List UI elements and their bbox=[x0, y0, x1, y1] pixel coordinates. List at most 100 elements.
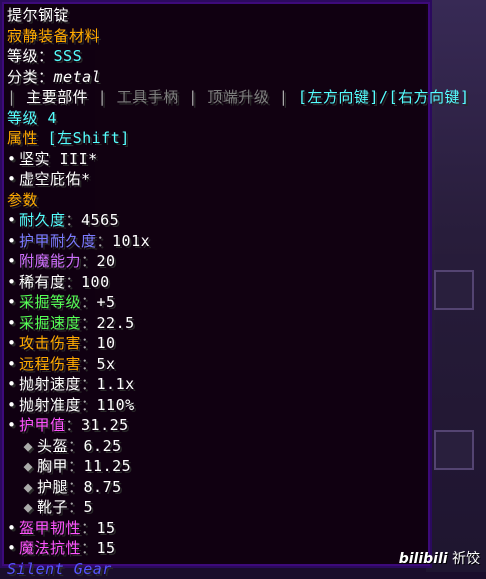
stat-label: 头盔 bbox=[37, 437, 68, 455]
tab-main[interactable]: 主要部件 bbox=[26, 88, 88, 106]
stat-row: •稀有度：100 bbox=[7, 272, 470, 293]
stat-label: 耐久度 bbox=[19, 211, 66, 229]
stat-subrow: ◆护腿：8.75 bbox=[7, 477, 470, 498]
stat-label: 采掘等级 bbox=[19, 293, 81, 311]
stat-row: •耐久度：4565 bbox=[7, 210, 470, 231]
stat-sep: ： bbox=[81, 314, 97, 332]
bullet-icon: • bbox=[7, 169, 19, 190]
tab-tool-rod[interactable]: 工具手柄 bbox=[117, 88, 179, 106]
stat-subrow: ◆靴子：5 bbox=[7, 497, 470, 518]
bullet-icon: • bbox=[7, 374, 19, 395]
tab-separator: | bbox=[188, 88, 198, 106]
item-name: 提尔钢锭 bbox=[7, 5, 470, 26]
bullet-icon: • bbox=[7, 518, 19, 539]
bullet-icon: • bbox=[7, 272, 19, 293]
stat-value: 8.75 bbox=[84, 478, 122, 496]
bullet-icon: • bbox=[7, 231, 19, 252]
stat-sep: ： bbox=[68, 498, 84, 516]
stat-row: •采掘等级：+5 bbox=[7, 292, 470, 313]
bullet-icon: • bbox=[7, 210, 19, 231]
bullet-icon: • bbox=[7, 251, 19, 272]
stat-sep: ： bbox=[66, 416, 82, 434]
stat-row: •攻击伤害：10 bbox=[7, 333, 470, 354]
category-line: 分类：metal bbox=[7, 67, 470, 88]
stat-row: •附魔能力：20 bbox=[7, 251, 470, 272]
tab-key-hint: [左方向键]/[右方向键] bbox=[298, 88, 470, 106]
tier-label: 等级： bbox=[7, 47, 54, 65]
sub-bullet-icon: ◆ bbox=[7, 477, 37, 498]
tab-separator: | bbox=[7, 88, 17, 106]
stat-row: •护甲耐久度：101x bbox=[7, 231, 470, 252]
stat-subrow: ◆头盔：6.25 bbox=[7, 436, 470, 457]
stat-sep: ： bbox=[81, 396, 97, 414]
stat-sep: ： bbox=[68, 437, 84, 455]
stat-value: 101x bbox=[112, 232, 150, 250]
part-tabs: | 主要部件 | 工具手柄 | 顶端升级 | [左方向键]/[右方向键] bbox=[7, 87, 470, 108]
stat-value: 1.1x bbox=[97, 375, 135, 393]
traits-title: 属性 bbox=[7, 129, 38, 147]
stat-sep: ： bbox=[81, 252, 97, 270]
stat-sep: ： bbox=[97, 232, 113, 250]
shift-hint: [左Shift] bbox=[48, 129, 130, 147]
bullet-icon: • bbox=[7, 292, 19, 313]
stat-value: 22.5 bbox=[97, 314, 135, 332]
stat-value: 100 bbox=[81, 273, 110, 291]
item-rarity: 寂静装备材料 bbox=[7, 26, 470, 47]
trait-item: •虚空庇佑* bbox=[7, 169, 470, 190]
stat-value: 15 bbox=[97, 519, 116, 537]
sub-bullet-icon: ◆ bbox=[7, 456, 37, 477]
stat-sep: ： bbox=[81, 539, 97, 557]
trait-text: 虚空庇佑* bbox=[19, 170, 91, 188]
traits-header: 属性 [左Shift] bbox=[7, 128, 470, 149]
stat-sep: ： bbox=[81, 293, 97, 311]
stat-value: 4565 bbox=[81, 211, 119, 229]
stat-sep: ： bbox=[68, 478, 84, 496]
stat-value: 6.25 bbox=[84, 437, 122, 455]
bullet-icon: • bbox=[7, 149, 19, 170]
bullet-icon: • bbox=[7, 538, 19, 559]
stat-sep: ： bbox=[81, 519, 97, 537]
stat-sep: ： bbox=[66, 211, 82, 229]
stat-value: +5 bbox=[97, 293, 116, 311]
stat-label: 盔甲韧性 bbox=[19, 519, 81, 537]
stat-sep: ： bbox=[81, 355, 97, 373]
watermark: bilibili 祈饺 bbox=[399, 548, 480, 568]
bullet-icon: • bbox=[7, 333, 19, 354]
bilibili-logo: bilibili bbox=[399, 551, 448, 567]
stat-label: 胸甲 bbox=[37, 457, 68, 475]
stat-value: 20 bbox=[97, 252, 116, 270]
stat-row: •采掘速度：22.5 bbox=[7, 313, 470, 334]
stat-value: 15 bbox=[97, 539, 116, 557]
stat-row: •抛射准度：110% bbox=[7, 395, 470, 416]
stat-label: 魔法抗性 bbox=[19, 539, 81, 557]
bullet-icon: • bbox=[7, 415, 19, 436]
stat-label: 护甲耐久度 bbox=[19, 232, 97, 250]
stat-value: 10 bbox=[97, 334, 116, 352]
category-value: metal bbox=[54, 68, 102, 86]
trait-text: 坚实 III* bbox=[19, 150, 98, 168]
stat-value: 110% bbox=[97, 396, 135, 414]
category-label: 分类： bbox=[7, 68, 54, 86]
stat-label: 靴子 bbox=[37, 498, 68, 516]
item-tooltip: 提尔钢锭 寂静装备材料 等级：SSS 分类：metal | 主要部件 | 工具手… bbox=[0, 0, 432, 568]
stat-label: 抛射准度 bbox=[19, 396, 81, 414]
sub-bullet-icon: ◆ bbox=[7, 436, 37, 457]
bullet-icon: • bbox=[7, 354, 19, 375]
tier-line: 等级：SSS bbox=[7, 46, 470, 67]
stat-subrow: ◆胸甲：11.25 bbox=[7, 456, 470, 477]
stat-label: 采掘速度 bbox=[19, 314, 81, 332]
bullet-icon: • bbox=[7, 313, 19, 334]
trait-item: •坚实 III* bbox=[7, 149, 470, 170]
stat-label: 附魔能力 bbox=[19, 252, 81, 270]
tab-tip[interactable]: 顶端升级 bbox=[207, 88, 269, 106]
tier-value: SSS bbox=[54, 47, 83, 65]
stat-label: 攻击伤害 bbox=[19, 334, 81, 352]
stat-value: 31.25 bbox=[81, 416, 129, 434]
stat-label: 护腿 bbox=[37, 478, 68, 496]
stat-label: 稀有度 bbox=[19, 273, 66, 291]
stat-row: •护甲值：31.25 bbox=[7, 415, 470, 436]
stat-sep: ： bbox=[68, 457, 84, 475]
stat-label: 护甲值 bbox=[19, 416, 66, 434]
stat-row: •盔甲韧性：15 bbox=[7, 518, 470, 539]
stat-value: 11.25 bbox=[84, 457, 132, 475]
